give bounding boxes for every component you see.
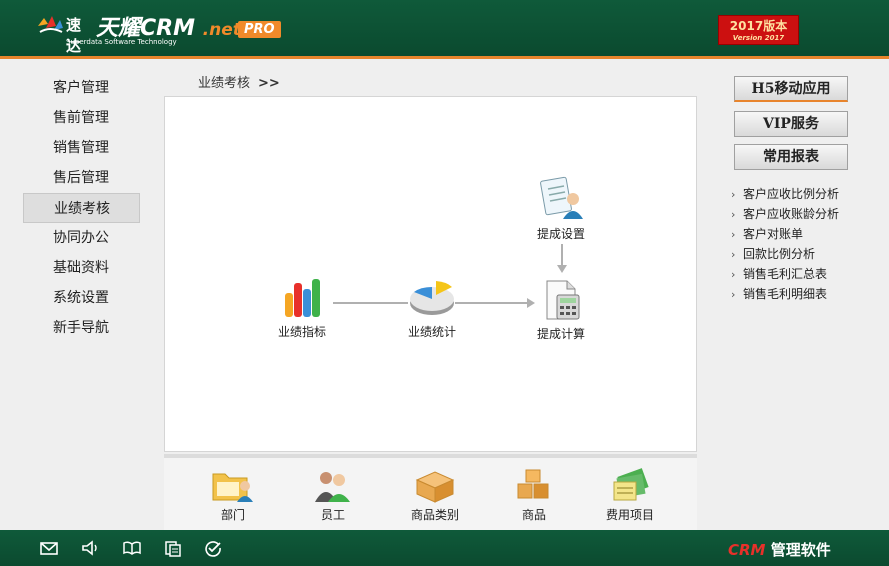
version-sublabel: Version 2017 [732,34,785,42]
report-links: › 客户应收比例分析 › 客户应收账龄分析 › 客户对账单 › 回款比例分析 › 销售毛利… [731,184,839,304]
quick-item-product[interactable]: 商品 [499,468,569,523]
bills-icon [613,468,649,501]
flow-label-commission-setup: 提成设置 [536,227,585,241]
quick-access-bar: 部门 员工 商品类别 商品 费用项目 [164,454,697,530]
quick-label-employee: 员工 [320,508,345,522]
flow-node-commission-setup[interactable]: 提成设置 [526,173,596,242]
copy-icon[interactable] [163,539,183,557]
version-badge: 2017版本 Version 2017 [718,15,799,45]
boxes-icon [517,469,549,499]
common-reports-button[interactable]: 常用报表 [734,144,848,170]
flow-node-metrics[interactable]: 业绩指标 [267,275,337,340]
logo-subtitle: Superdata Software Technology [66,38,177,46]
breadcrumb-label: 业绩考核 [198,76,251,91]
mail-icon[interactable] [39,539,59,557]
chevron-right-icon: › [731,208,736,221]
report-link[interactable]: › 客户对账单 [731,224,839,244]
flow-arrow [557,265,567,273]
nav-item-performance[interactable]: 业绩考核 [23,193,140,223]
employees-icon [315,472,350,502]
report-link[interactable]: › 客户应收比例分析 [731,184,839,204]
quick-label-department: 部门 [220,508,245,522]
vip-service-button[interactable]: VIP服务 [734,111,848,137]
bar-chart-icon [285,279,320,317]
quick-label-expense: 费用项目 [605,508,654,522]
quick-item-product-category[interactable]: 商品类别 [400,468,470,523]
nav-item-basic-data[interactable]: 基础资料 [23,253,140,283]
report-link[interactable]: › 销售毛利汇总表 [731,264,839,284]
speaker-icon[interactable] [80,539,100,557]
quick-label-product-category: 商品类别 [410,508,459,522]
folder-person-icon [212,473,253,502]
flow-node-commission-calc[interactable]: 提成计算 [526,279,596,342]
quick-item-employee[interactable]: 员工 [298,468,368,523]
chevron-right-icon: › [731,188,736,201]
flow-panel: 业绩指标 业绩统计 提成设置 提成计算 [164,96,697,452]
h5-mobile-button[interactable]: H5移动应用 [734,76,848,102]
nav-item-sales[interactable]: 销售管理 [23,133,140,163]
logo-cn: 速达 [66,16,82,55]
app-header: 速达 天耀CRM .net Superdata Software Technol… [0,0,889,59]
report-link[interactable]: › 客户应收账龄分析 [731,204,839,224]
footer-brand-crm: CRM [728,541,766,559]
breadcrumb-arrow: >> [258,76,280,91]
nav-item-presales[interactable]: 售前管理 [23,103,140,133]
check-circle-icon[interactable] [203,539,223,557]
calculator-document-icon [546,280,580,320]
clipboard-person-icon [540,176,583,219]
box-icon [415,471,455,503]
quick-label-product: 商品 [521,508,546,522]
nav-item-settings[interactable]: 系统设置 [23,283,140,313]
chevron-right-icon: › [731,268,736,281]
report-link[interactable]: › 销售毛利明细表 [731,284,839,304]
chevron-right-icon: › [731,228,736,241]
nav-item-guide[interactable]: 新手导航 [23,313,140,343]
flow-connector [561,244,563,266]
quick-item-expense[interactable]: 费用项目 [595,468,665,523]
footer-brand-text: 管理软件 [770,541,831,559]
pro-badge: PRO [238,21,281,38]
nav-item-collaboration[interactable]: 协同办公 [23,223,140,253]
report-link[interactable]: › 回款比例分析 [731,244,839,264]
quick-item-department[interactable]: 部门 [198,468,268,523]
nav-item-aftersales[interactable]: 售后管理 [23,163,140,193]
breadcrumb: 业绩考核 >> [198,72,280,91]
pie-chart-icon [410,281,454,315]
flow-node-stats[interactable]: 业绩统计 [397,275,467,340]
book-icon[interactable] [122,539,142,557]
flow-label-commission-calc: 提成计算 [536,327,585,341]
footer-brand: CRM 管理软件 [728,539,831,560]
flow-label-stats: 业绩统计 [407,325,456,339]
flow-label-metrics: 业绩指标 [277,325,326,339]
app-footer: CRM 管理软件 [0,530,889,566]
chevron-right-icon: › [731,248,736,261]
nav-item-customer[interactable]: 客户管理 [23,73,140,103]
left-nav: 客户管理 售前管理 销售管理 售后管理 业绩考核 协同办公 基础资料 系统设置 … [23,73,140,343]
version-label: 2017版本 [729,19,788,33]
chevron-right-icon: › [731,288,736,301]
logo-mark-icon [38,16,63,33]
